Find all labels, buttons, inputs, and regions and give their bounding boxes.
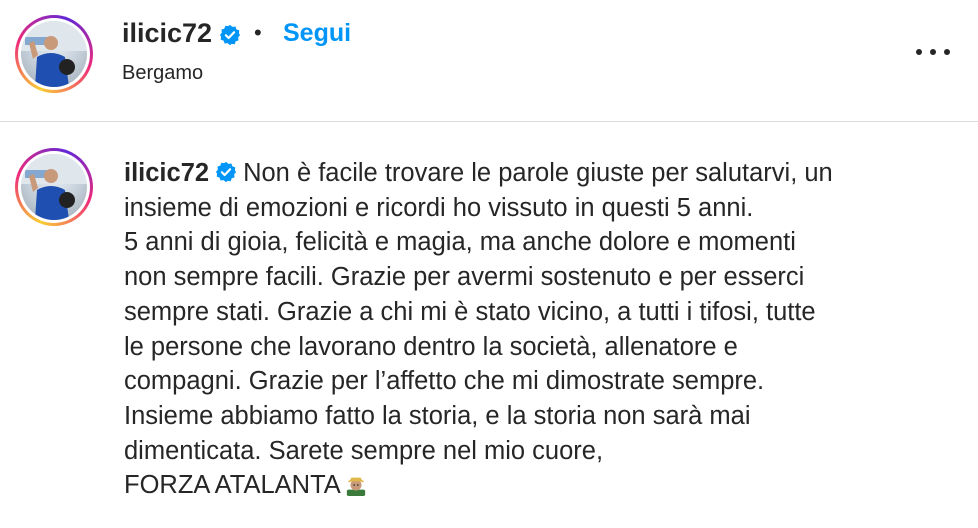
caption-line: sempre stati. Grazie a chi mi è stato vi…	[124, 297, 816, 326]
verified-badge-icon	[219, 24, 241, 46]
caption-username[interactable]: ilicic72	[124, 159, 209, 187]
separator-dot: •	[254, 20, 262, 45]
caption-line: le persone che lavorano dentro la societ…	[124, 332, 738, 361]
caption-line: 5 anni di gioia, felicità e magia, ma an…	[124, 228, 796, 257]
more-options-icon[interactable]	[916, 46, 950, 58]
post-header: ilicic72 • Segui Bergamo	[0, 0, 978, 121]
location-link[interactable]: Bergamo	[122, 60, 203, 86]
header-divider	[0, 121, 978, 122]
man-farmer-emoji-icon	[346, 477, 365, 497]
caption-line: FORZA ATALANTA	[124, 468, 954, 503]
verified-badge-icon	[215, 161, 237, 183]
caption-line: dimenticata. Sarete sempre nel mio cuore…	[124, 436, 604, 465]
follow-button[interactable]: Segui	[283, 17, 351, 49]
comment-avatar[interactable]	[15, 148, 93, 226]
caption-text: FORZA ATALANTA	[124, 471, 341, 500]
post-caption: ilicic72 Non è facile trovare le parole g…	[124, 156, 954, 503]
profile-avatar[interactable]	[15, 15, 93, 93]
caption-line: ilicic72 Non è facile trovare le parole g…	[124, 156, 954, 191]
avatar-photo	[21, 21, 87, 87]
header-username[interactable]: ilicic72	[122, 17, 212, 49]
caption-line: compagni. Grazie per l’affetto che mi di…	[124, 367, 765, 396]
caption-line: Insieme abbiamo fatto la storia, e la st…	[124, 401, 751, 430]
caption-line: insieme di emozioni e ricordi ho vissuto…	[124, 193, 754, 222]
caption-line: non sempre facili. Grazie per avermi sos…	[124, 263, 805, 292]
caption-text: Non è facile trovare le parole giuste pe…	[243, 159, 833, 187]
avatar-photo	[21, 154, 87, 220]
